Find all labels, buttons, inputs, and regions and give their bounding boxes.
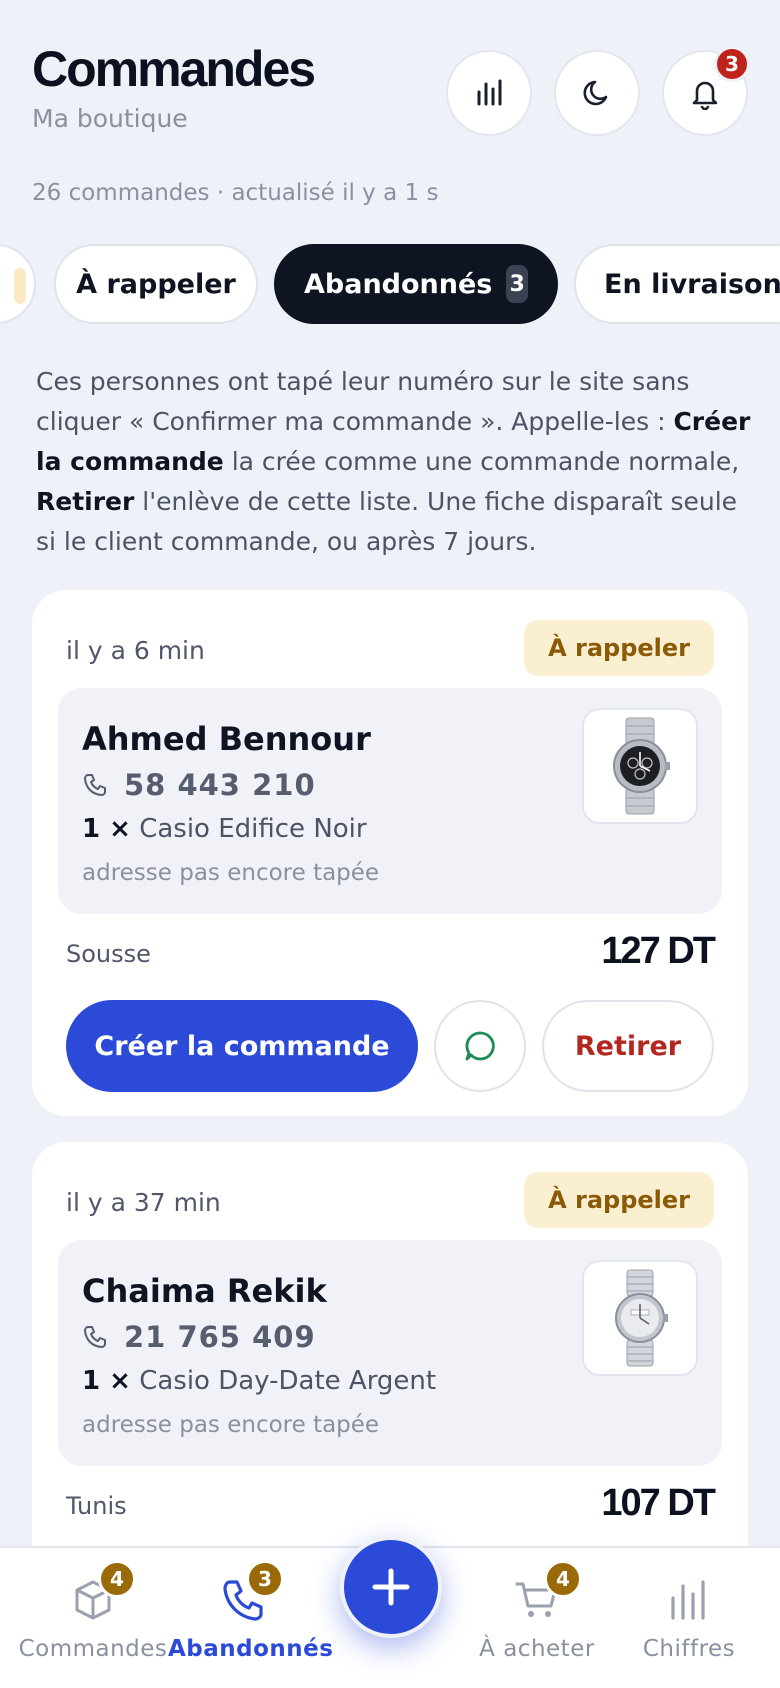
customer-address: adresse pas encore tapée	[82, 860, 380, 886]
nav-label: Commandes	[18, 1636, 168, 1662]
filter-chips: À rappeler Abandonnés 3 En livraison	[0, 244, 780, 324]
abandoned-order-card: il y a 6 min À rappeler Ahmed Bennour 58…	[32, 590, 748, 1116]
bell-icon	[692, 81, 718, 110]
nav-a-acheter[interactable]: 4 À acheter	[462, 1548, 612, 1688]
shop-name: Ma boutique	[32, 104, 188, 133]
customer-city: Sousse	[66, 940, 151, 968]
product-thumbnail	[582, 1260, 698, 1376]
page-header: Commandes Ma boutique	[32, 40, 316, 133]
moon-icon	[583, 80, 608, 106]
customer-phone[interactable]: 58 443 210	[82, 768, 316, 802]
nav-badge: 4	[98, 1560, 136, 1598]
stats-button[interactable]	[446, 50, 532, 136]
add-order-button[interactable]	[340, 1536, 442, 1638]
phone-number: 58 443 210	[124, 768, 316, 802]
status-badge: À rappeler	[524, 620, 714, 676]
order-price: 107 DT	[601, 1482, 716, 1524]
card-actions: Créer la commande Retirer	[66, 1000, 714, 1092]
filter-chip-previous[interactable]	[0, 244, 36, 324]
customer-block: Ahmed Bennour 58 443 210 1 × Casio Edifi…	[58, 688, 722, 914]
status-badge: À rappeler	[524, 1172, 714, 1228]
filter-chip-label: Abandonnés	[304, 268, 493, 300]
nav-badge: 4	[544, 1560, 582, 1598]
card-time: il y a 37 min	[66, 1188, 221, 1217]
notifications-button[interactable]: 3	[662, 46, 750, 136]
nav-abandonnes[interactable]: 3 Abandonnés	[168, 1548, 334, 1688]
order-price: 127 DT	[601, 930, 716, 972]
order-product: 1 × Casio Edifice Noir	[82, 814, 367, 844]
filter-chip-label: En livraison	[604, 268, 780, 300]
create-order-button[interactable]: Créer la commande	[66, 1000, 418, 1092]
nav-badge: 3	[246, 1560, 284, 1598]
abandoned-info-text: Ces personnes ont tapé leur numéro sur l…	[36, 367, 751, 556]
nav-label: Chiffres	[642, 1636, 736, 1662]
header-actions: 3	[446, 46, 750, 136]
bottom-nav: 4 Commandes 3 Abandonnés 4 À acheter Chi…	[0, 1536, 780, 1688]
dark-mode-button[interactable]	[554, 50, 640, 136]
nav-chiffres[interactable]: Chiffres	[614, 1548, 764, 1688]
order-product: 1 × Casio Day-Date Argent	[82, 1366, 437, 1396]
plus-icon	[372, 1568, 410, 1606]
nav-commandes[interactable]: 4 Commandes	[18, 1548, 168, 1688]
customer-block: Chaima Rekik 21 765 409 1 × Casio Day-Da…	[58, 1240, 722, 1466]
whatsapp-icon	[465, 1031, 495, 1061]
phone-number: 21 765 409	[124, 1320, 316, 1354]
customer-address: adresse pas encore tapée	[82, 1412, 380, 1438]
customer-city: Tunis	[66, 1492, 127, 1520]
filter-chip-a-rappeler[interactable]: À rappeler	[54, 244, 258, 324]
customer-name: Ahmed Bennour	[82, 720, 371, 758]
customer-phone[interactable]: 21 765 409	[82, 1320, 316, 1354]
remove-button[interactable]: Retirer	[542, 1000, 714, 1092]
card-time: il y a 6 min	[66, 636, 205, 665]
filter-chip-en-livraison[interactable]: En livraison	[574, 244, 780, 324]
orders-meta: 26 commandes · actualisé il y a 1 s	[32, 180, 439, 206]
stats-icon	[477, 79, 502, 106]
filter-chip-abandonnes[interactable]: Abandonnés 3	[274, 244, 558, 324]
notification-count-badge: 3	[714, 46, 750, 82]
page-title: Commandes	[32, 41, 316, 97]
phone-icon	[84, 1326, 106, 1348]
product-thumbnail	[582, 708, 698, 824]
filter-chip-count: 3	[506, 265, 528, 303]
whatsapp-button[interactable]	[434, 1000, 526, 1092]
nav-label: À acheter	[479, 1636, 595, 1662]
watch-image	[615, 1269, 668, 1367]
nav-label: Abandonnés	[168, 1636, 334, 1662]
watch-image	[613, 717, 670, 815]
stats-icon	[671, 1580, 705, 1620]
phone-icon	[84, 774, 106, 796]
customer-name: Chaima Rekik	[82, 1272, 327, 1310]
filter-chip-label: À rappeler	[76, 268, 236, 300]
